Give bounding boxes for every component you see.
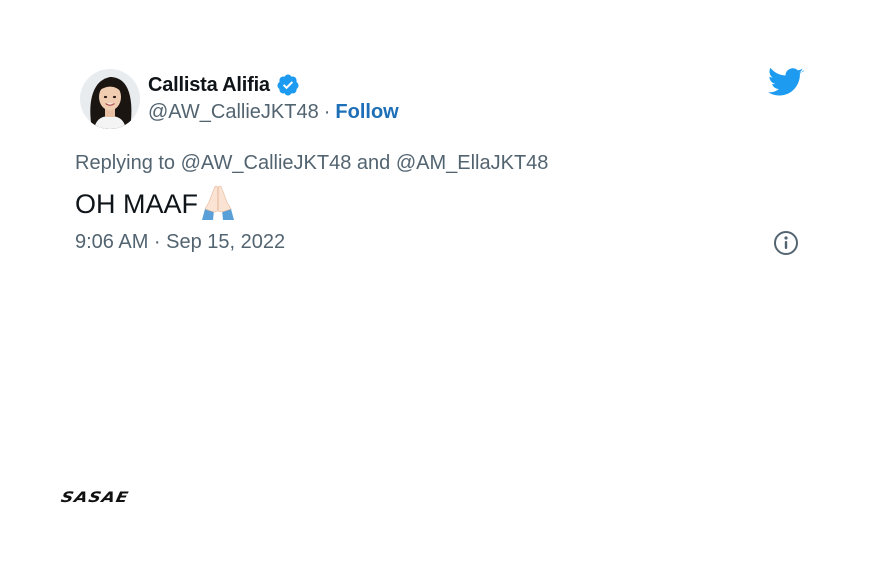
- author-handle[interactable]: @AW_CallieJKT48: [148, 101, 319, 124]
- reply-conjunction: and: [351, 152, 396, 174]
- reply-mention-callie[interactable]: @AW_CallieJKT48: [181, 152, 352, 174]
- reply-prefix: Replying to: [75, 152, 181, 174]
- avatar[interactable]: [80, 69, 140, 129]
- tweet-body: OH MAAF: [75, 184, 237, 220]
- reply-mention-ella[interactable]: @AM_EllaJKT48: [396, 152, 549, 174]
- handle-separator: ·: [323, 101, 331, 123]
- verified-badge-icon: [277, 74, 299, 96]
- follow-button[interactable]: Follow: [335, 101, 398, 124]
- author-display-name[interactable]: Callista Alifia: [148, 74, 270, 97]
- tweet-text: OH MAAF: [75, 189, 199, 219]
- author-handle-row: @AW_CallieJKT48 · Follow: [148, 101, 399, 124]
- info-icon[interactable]: [773, 230, 799, 256]
- folded-hands-emoji-icon: [202, 185, 235, 220]
- replying-to-line: Replying to @AW_CallieJKT48 and @AM_Ella…: [75, 152, 548, 175]
- embedded-tweet-card: Callista Alifia @AW_CallieJKT48 · Follow…: [0, 0, 875, 563]
- author-name-row: Callista Alifia: [148, 73, 300, 97]
- tweet-timestamp[interactable]: 9:06 AM · Sep 15, 2022: [75, 231, 285, 254]
- watermark-logo: SASAE: [59, 489, 131, 506]
- twitter-bird-icon[interactable]: [768, 68, 804, 98]
- avatar-image: [80, 69, 140, 129]
